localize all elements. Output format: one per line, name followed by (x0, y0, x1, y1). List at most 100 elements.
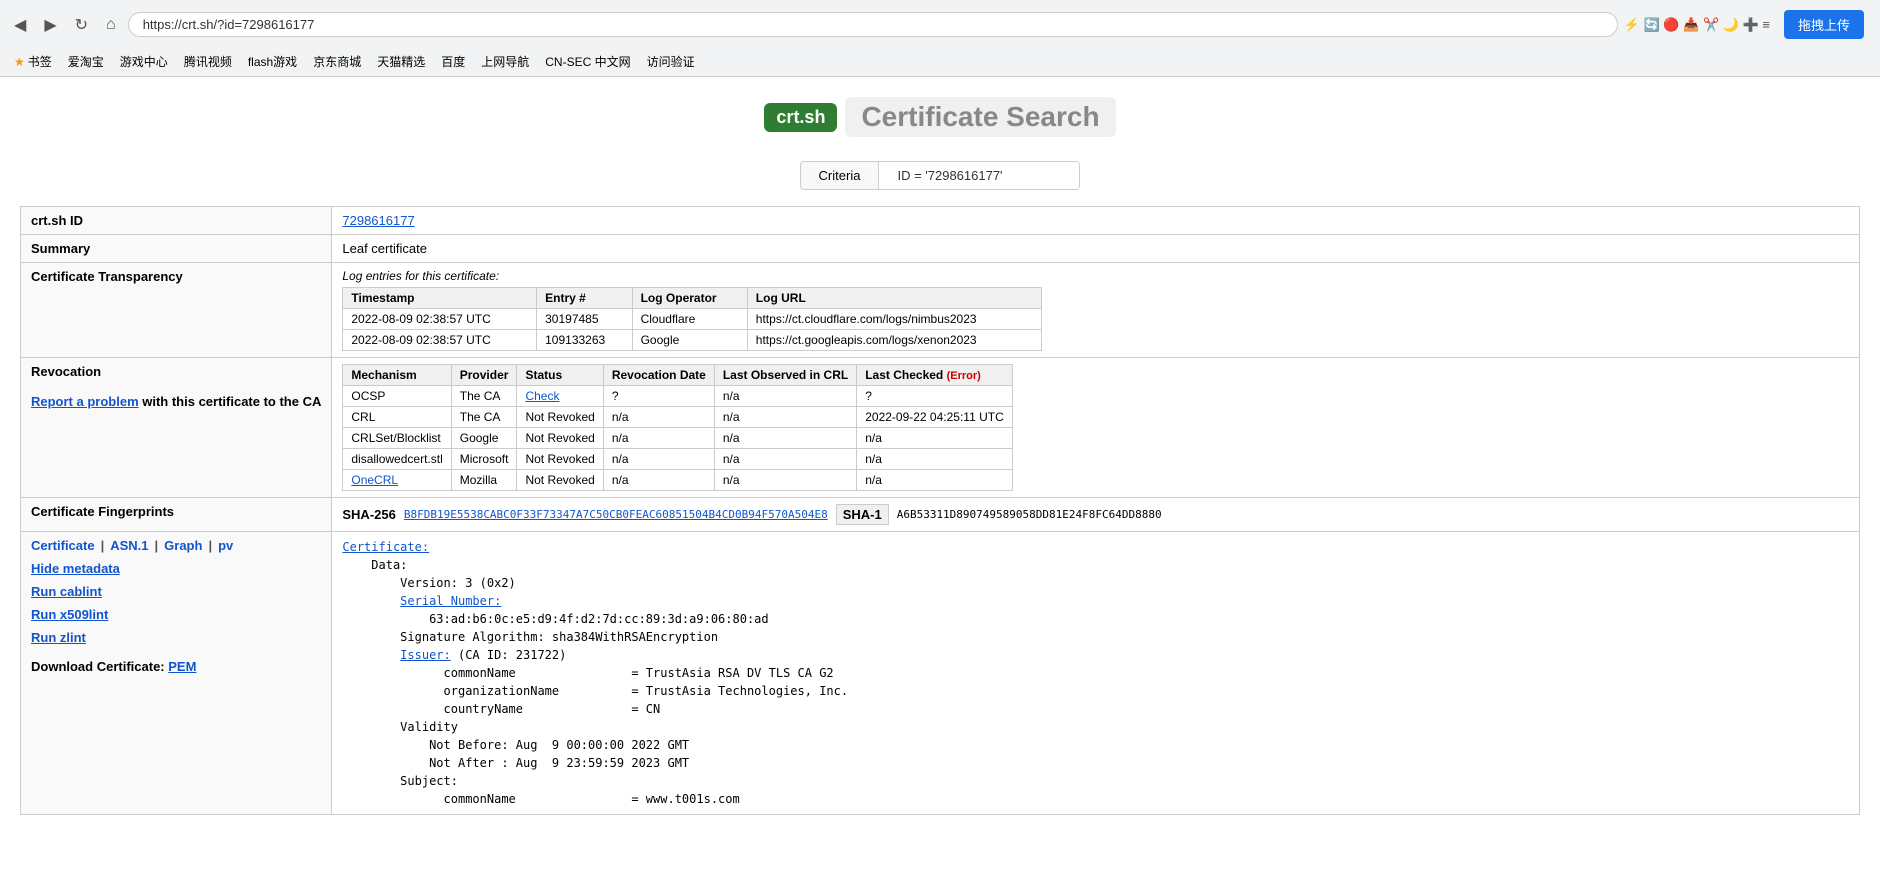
report-problem-link[interactable]: Report a problem (31, 394, 139, 409)
ct-col-timestamp: Timestamp (343, 288, 537, 309)
cert-header-link[interactable]: Certificate: (342, 540, 429, 554)
rev-mechanism: OneCRL (343, 470, 451, 491)
rev-col-lastobs: Last Observed in CRL (714, 365, 856, 386)
rev-status: Not Revoked (517, 470, 603, 491)
rev-lastchecked: n/a (857, 449, 1013, 470)
back-button[interactable]: ◀ (8, 13, 32, 37)
serial-number-link[interactable]: Serial Number: (400, 594, 501, 608)
rev-revdate: n/a (603, 407, 714, 428)
rev-table-row: OneCRL Mozilla Not Revoked n/a n/a n/a (343, 470, 1012, 491)
main-info-table: crt.sh ID 7298616177 Summary Leaf certif… (20, 206, 1860, 815)
bookmark-wangdao[interactable]: 上网导航 (475, 51, 535, 72)
bookmark-gamecenter[interactable]: 游戏中心 (114, 51, 174, 72)
fingerprints-row-content: SHA-256 B8FDB19E5538CABC0F33F73347A7C50C… (342, 504, 1849, 525)
search-id-field: ID = '7298616177' (879, 162, 1079, 189)
ct-scroll[interactable]: Log entries for this certificate: Timest… (342, 269, 1849, 351)
rev-col-provider: Provider (451, 365, 517, 386)
rev-provider: Microsoft (451, 449, 517, 470)
rev-lastchecked: 2022-09-22 04:25:11 UTC (857, 407, 1013, 428)
asn1-link[interactable]: ASN.1 (110, 538, 148, 553)
rev-table-row: disallowedcert.stl Microsoft Not Revoked… (343, 449, 1012, 470)
rev-table-row: CRLSet/Blocklist Google Not Revoked n/a … (343, 428, 1012, 449)
ct-timestamp: 2022-08-09 02:38:57 UTC (343, 309, 537, 330)
rev-col-revdate: Revocation Date (603, 365, 714, 386)
run-zlint-link[interactable]: Run zlint (31, 630, 321, 645)
certificate-text: Certificate: Data: Version: 3 (0x2) Seri… (342, 538, 1849, 808)
forward-button[interactable]: ▶ (38, 13, 62, 37)
report-problem-text: Report a problem with this certificate t… (31, 394, 321, 409)
rev-provider: Google (451, 428, 517, 449)
address-text: https://crt.sh/?id=7298616177 (143, 17, 315, 32)
rev-col-lastchecked: Last Checked (Error) (857, 365, 1013, 386)
crtsh-id-link[interactable]: 7298616177 (342, 213, 414, 228)
criteria-button[interactable]: Criteria (801, 162, 880, 189)
rev-lastobs: n/a (714, 449, 856, 470)
page-content: crt.sh Certificate Search Criteria ID = … (0, 77, 1880, 825)
sha1-label: SHA-1 (836, 504, 889, 525)
sha256-label: SHA-256 (342, 507, 395, 522)
pem-link[interactable]: PEM (168, 659, 196, 674)
ct-intro: Log entries for this certificate: (342, 269, 1849, 283)
certificate-row: Certificate | ASN.1 | Graph | pv Hide me… (21, 532, 1860, 815)
pv-link[interactable]: pv (218, 538, 233, 553)
rev-mechanism: CRLSet/Blocklist (343, 428, 451, 449)
bookmark-tianmao[interactable]: 天猫精选 (371, 51, 431, 72)
rev-table-row: OCSP The CA Check ? n/a ? (343, 386, 1012, 407)
address-bar[interactable]: https://crt.sh/?id=7298616177 (128, 12, 1618, 37)
search-bar: Criteria ID = '7298616177' (800, 161, 1081, 190)
ct-label: Certificate Transparency (21, 263, 332, 358)
site-logo: crt.sh Certificate Search (764, 97, 1115, 137)
bookmark-tencent[interactable]: 腾讯视频 (178, 51, 238, 72)
rev-status: Not Revoked (517, 407, 603, 428)
hide-metadata-link[interactable]: Hide metadata (31, 561, 321, 576)
site-title: Certificate Search (845, 97, 1115, 137)
sha256-hash[interactable]: B8FDB19E5538CABC0F33F73347A7C50CB0FEAC60… (404, 508, 828, 521)
ct-entry: 109133263 (537, 330, 632, 351)
bookmark-jd[interactable]: 京东商城 (307, 51, 367, 72)
onecrl-link[interactable]: OneCRL (351, 473, 398, 487)
bookmark-baidu[interactable]: 百度 (435, 51, 471, 72)
ct-url: https://ct.cloudflare.com/logs/nimbus202… (747, 309, 1042, 330)
search-bar-container: Criteria ID = '7298616177' (0, 153, 1880, 198)
fingerprints-content: SHA-256 B8FDB19E5538CABC0F33F73347A7C50C… (332, 498, 1860, 532)
rev-mechanism: disallowedcert.stl (343, 449, 451, 470)
rev-revdate: n/a (603, 470, 714, 491)
download-section: Download Certificate: PEM (31, 659, 321, 674)
ct-url: https://ct.googleapis.com/logs/xenon2023 (747, 330, 1042, 351)
rev-col-mechanism: Mechanism (343, 365, 451, 386)
upload-button[interactable]: 拖拽上传 (1784, 10, 1864, 39)
bookmark-aitaobao[interactable]: 爱淘宝 (62, 51, 110, 72)
side-action-links: Hide metadata Run cablint Run x509lint R… (31, 561, 321, 645)
ocsp-check-link[interactable]: Check (525, 389, 559, 403)
ct-operator: Google (632, 330, 747, 351)
rev-revdate: n/a (603, 428, 714, 449)
ct-col-operator: Log Operator (632, 288, 747, 309)
graph-link[interactable]: Graph (164, 538, 202, 553)
run-cablint-link[interactable]: Run cablint (31, 584, 321, 599)
bookmark-cnsec[interactable]: CN-SEC 中文网 (539, 51, 636, 72)
rev-lastobs: n/a (714, 407, 856, 428)
rev-lastchecked: ? (857, 386, 1013, 407)
summary-label: Summary (21, 235, 332, 263)
rev-revdate: ? (603, 386, 714, 407)
revocation-content: Mechanism Provider Status Revocation Dat… (332, 358, 1860, 498)
bookmark-visit[interactable]: 访问验证 (641, 51, 701, 72)
ct-entry: 30197485 (537, 309, 632, 330)
home-button[interactable]: ⌂ (100, 14, 122, 36)
site-header: crt.sh Certificate Search (0, 87, 1880, 145)
sha1-hash: A6B53311D890749589058DD81E24F8FC64DD8880 (897, 508, 1162, 521)
fingerprints-row: Certificate Fingerprints SHA-256 B8FDB19… (21, 498, 1860, 532)
rev-lastobs: n/a (714, 470, 856, 491)
certificate-label-cell: Certificate | ASN.1 | Graph | pv Hide me… (21, 532, 332, 815)
issuer-link[interactable]: Issuer: (400, 648, 451, 662)
rev-status: Not Revoked (517, 428, 603, 449)
refresh-button[interactable]: ↻ (69, 13, 94, 37)
cert-link[interactable]: Certificate (31, 538, 95, 553)
bookmark-star[interactable]: ★ 书签 (8, 51, 58, 72)
extension-icons: ⚡ 🔄 🔴 📥 ✂️ 🌙 ➕ ≡ (1624, 17, 1770, 33)
bookmark-flash[interactable]: flash游戏 (242, 51, 303, 72)
certificate-content: Certificate: Data: Version: 3 (0x2) Seri… (332, 532, 1860, 815)
fingerprints-label: Certificate Fingerprints (21, 498, 332, 532)
run-x509lint-link[interactable]: Run x509lint (31, 607, 321, 622)
rev-mechanism: OCSP (343, 386, 451, 407)
